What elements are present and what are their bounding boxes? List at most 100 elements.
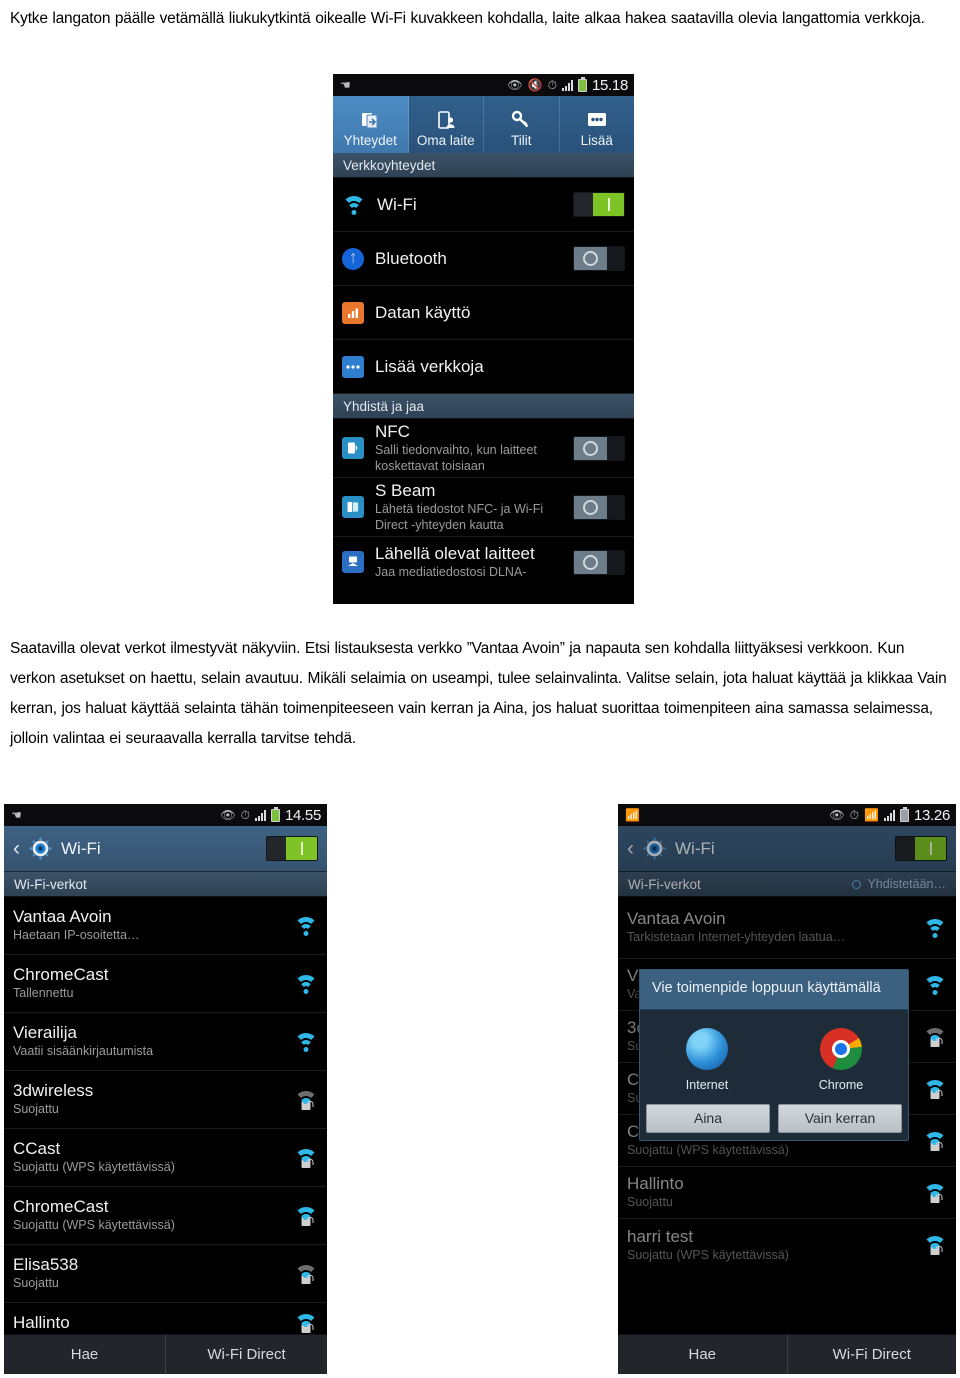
- instructions-paragraph: Saatavilla olevat verkot ilmestyvät näky…: [10, 640, 947, 747]
- setting-row-nfc[interactable]: NFC Salli tiedonvaihto, kun laitteet kos…: [333, 419, 634, 478]
- setting-label: S Beam: [375, 480, 436, 500]
- browser-chooser-screenshot: 📶 👁 ⏱ 📶 13.26 ‹ Wi-Fi Wi-Fi-verkot Yhdis…: [618, 804, 956, 1374]
- nearby-devices-toggle[interactable]: [573, 549, 625, 575]
- status-time: 15.18: [591, 76, 628, 94]
- scan-button[interactable]: Hae: [4, 1335, 165, 1374]
- settings-tabs: Yhteydet Oma laite Tilit Lisää: [333, 96, 634, 153]
- setting-row-bluetooth[interactable]: ᛏ Bluetooth: [333, 232, 634, 286]
- wifi-signal-secured-icon: [923, 1236, 947, 1255]
- setting-description: Jaa mediatiedostosi DLNA-: [375, 564, 527, 579]
- wifi-signal-secured-icon: [923, 1027, 947, 1047]
- usb-icon: ☚: [11, 808, 22, 822]
- setting-row-data-usage[interactable]: Datan käyttö: [333, 286, 634, 340]
- wifi-signal-secured-icon: [923, 1079, 947, 1099]
- tab-label: Lisää: [580, 133, 613, 148]
- network-row-harri-test[interactable]: harri test Suojattu (WPS käytettävissä): [618, 1219, 956, 1271]
- settings-screenshot: ☚ 👁 🔇 ⏱ 15.18 Yhteydet Oma laite Tilit L…: [333, 74, 634, 604]
- wifi-page-header: ‹ Wi-Fi: [4, 826, 327, 872]
- status-bar: 📶 👁 ⏱ 📶 13.26: [618, 804, 956, 826]
- setting-row-more-networks[interactable]: Lisää verkkoja: [333, 340, 634, 394]
- wifi-signal-secured-icon: [294, 1148, 318, 1168]
- back-chevron-icon[interactable]: ‹: [13, 838, 20, 859]
- tab-yhteydet[interactable]: Yhteydet: [333, 96, 409, 153]
- network-row-vantaa-avoin[interactable]: Vantaa Avoin Haetaan IP-osoitetta…: [4, 897, 327, 955]
- wifi-signal-icon: [294, 1032, 318, 1052]
- gear-icon: [643, 837, 666, 860]
- network-row-chromecast-secured[interactable]: ChromeCast Suojattu (WPS käytettävissä): [4, 1187, 327, 1245]
- network-ssid: Vantaa Avoin: [627, 909, 726, 929]
- section-header-yhdista-ja-jaa: Yhdistä ja jaa: [333, 394, 634, 419]
- network-ssid: harri test: [627, 1226, 694, 1246]
- eye-off-icon: 👁: [507, 78, 523, 92]
- back-chevron-icon[interactable]: ‹: [627, 838, 634, 859]
- setting-label: Lähellä olevat laitteet: [375, 543, 535, 563]
- dialog-app-chrome[interactable]: Chrome: [774, 1027, 908, 1092]
- setting-row-wifi[interactable]: Wi-Fi: [333, 178, 634, 232]
- intro-paragraph: Kytke langaton päälle vetämällä liukukyt…: [10, 10, 925, 27]
- connections-icon: [360, 107, 380, 133]
- wifi-icon: [342, 195, 366, 215]
- network-row-chromecast[interactable]: ChromeCast Tallennettu: [4, 955, 327, 1013]
- always-button[interactable]: Aina: [646, 1103, 770, 1133]
- tab-tilit[interactable]: Tilit: [484, 96, 560, 153]
- bluetooth-toggle[interactable]: [573, 246, 625, 271]
- network-row-elisa538[interactable]: Elisa538 Suojattu: [4, 1245, 327, 1303]
- wifi-toggle[interactable]: [573, 192, 625, 217]
- setting-description: Lähetä tiedostot NFC- ja Wi-Fi Direct -y…: [375, 501, 544, 532]
- network-row-ccast[interactable]: CCast Suojattu (WPS käytettävissä): [4, 1129, 327, 1187]
- setting-label: Wi-Fi: [377, 194, 417, 214]
- alarm-icon: ⏱: [547, 78, 557, 92]
- network-ssid: CCast: [13, 1139, 61, 1159]
- status-time: 13.26: [913, 806, 950, 824]
- gear-icon: [29, 837, 52, 860]
- setting-row-sbeam[interactable]: S Beam Lähetä tiedostot NFC- ja Wi-Fi Di…: [333, 478, 634, 537]
- eye-off-icon: 👁: [829, 808, 845, 822]
- scan-button[interactable]: Hae: [618, 1335, 787, 1374]
- wifi-direct-button[interactable]: Wi-Fi Direct: [165, 1335, 327, 1374]
- network-row-hallinto[interactable]: Hallinto Suojattu: [618, 1167, 956, 1219]
- network-row-vierailija[interactable]: Vierailija Vaatii sisäänkirjautumista: [4, 1013, 327, 1071]
- dialog-app-internet[interactable]: Internet: [640, 1027, 774, 1092]
- just-once-button[interactable]: Vain kerran: [778, 1103, 902, 1133]
- battery-charging-icon: [270, 806, 280, 822]
- setting-label: Datan käyttö: [375, 302, 471, 322]
- wifi-signal-icon: [923, 918, 947, 938]
- wifi-direct-button[interactable]: Wi-Fi Direct: [786, 1335, 957, 1374]
- nfc-toggle[interactable]: [573, 435, 625, 461]
- tab-lisaa[interactable]: Lisää: [560, 96, 635, 153]
- network-status: Suojattu: [13, 1276, 59, 1291]
- device-icon: [436, 107, 456, 133]
- wifi-status-icon: 📶: [625, 808, 640, 822]
- wifi-signal-secured-icon: [294, 1090, 318, 1110]
- network-ssid: ChromeCast: [13, 1197, 109, 1217]
- wifi-signal-secured-icon: [294, 1206, 318, 1226]
- signal-bars-icon: [883, 809, 895, 821]
- network-status: Suojattu (WPS käytettävissä): [627, 1247, 789, 1262]
- network-ssid: Hallinto: [13, 1313, 70, 1332]
- wifi-toggle[interactable]: [266, 836, 318, 861]
- network-ssid: Vantaa Avoin: [13, 907, 112, 927]
- sbeam-toggle[interactable]: [573, 494, 625, 520]
- chrome-icon: [820, 1027, 862, 1070]
- network-status: Suojattu: [13, 1102, 59, 1117]
- wifi-toggle[interactable]: [895, 836, 947, 861]
- tab-oma-laite[interactable]: Oma laite: [409, 96, 484, 153]
- accounts-key-icon: [511, 107, 531, 133]
- network-status: Suojattu: [627, 1195, 673, 1210]
- page-title: Wi-Fi: [61, 838, 101, 858]
- section-header-label: Wi-Fi-verkot: [628, 876, 701, 892]
- network-row-3dwireless[interactable]: 3dwireless Suojattu: [4, 1071, 327, 1129]
- wifi-bottom-bar: Hae Wi-Fi Direct: [618, 1334, 956, 1374]
- setting-label: NFC: [375, 421, 410, 441]
- section-header-verkkoyhteydet: Verkkoyhteydet: [333, 153, 634, 178]
- dialog-app-label: Internet: [685, 1077, 729, 1092]
- wifi-list-screenshot: ☚ 👁 ⏱ 14.55 ‹ Wi-Fi Wi-Fi-verkot Vantaa …: [4, 804, 327, 1374]
- setting-row-nearby-devices[interactable]: Lähellä olevat laitteet Jaa mediatiedost…: [333, 537, 634, 587]
- mute-icon: 🔇: [527, 78, 543, 92]
- wifi-signal-secured-icon: [294, 1264, 318, 1284]
- dialog-title: Vie toimenpide loppuun käyttämällä: [640, 970, 908, 1010]
- setting-description: Salli tiedonvaihto, kun laitteet koskett…: [375, 442, 537, 473]
- spinner-icon: [852, 879, 862, 889]
- setting-label: Bluetooth: [375, 248, 447, 268]
- network-row-vantaa-avoin[interactable]: Vantaa Avoin Tarkistetaan Internet-yhtey…: [618, 897, 956, 959]
